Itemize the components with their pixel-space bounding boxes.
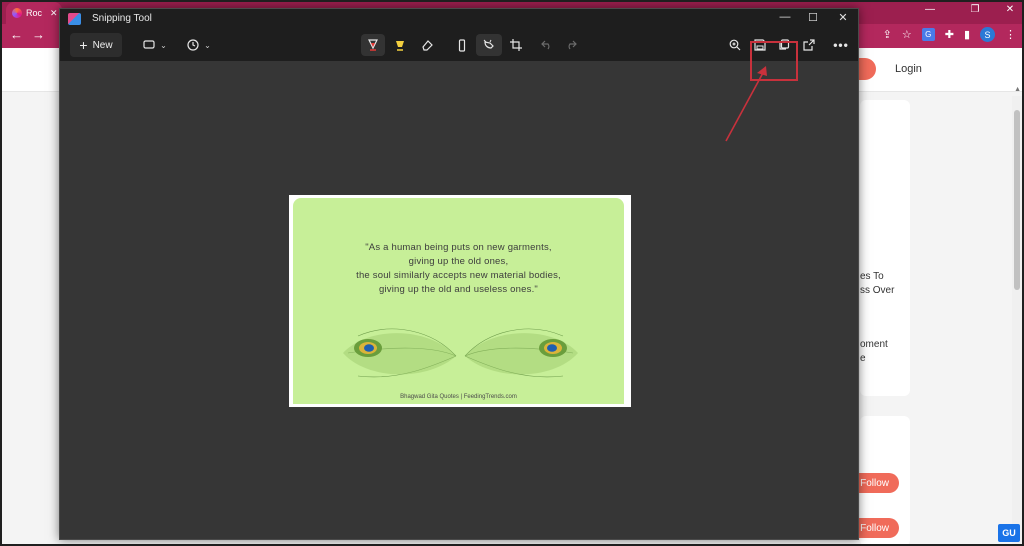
window-title: Snipping Tool	[92, 13, 152, 24]
bookmark-star-icon[interactable]: ☆	[902, 28, 912, 41]
quote-line-3: the soul similarly accepts new material …	[356, 270, 561, 281]
crop-button[interactable]	[504, 34, 528, 56]
snipping-tool-toolbar: + New ⌄ ⌄ •••	[60, 29, 858, 81]
highlighter-button[interactable]	[388, 34, 412, 56]
see-more-button[interactable]: •••	[830, 34, 852, 56]
card-text-line-6: e	[860, 353, 866, 364]
forward-arrow-icon[interactable]: →	[32, 27, 45, 42]
redo-icon	[568, 40, 577, 50]
chevron-down-icon: ⌄	[204, 40, 211, 50]
translate-extension-icon[interactable]: G	[921, 28, 935, 41]
snip-mode-button[interactable]: ⌄	[138, 34, 172, 56]
quote-line-1: "As a human being puts on new garments,	[365, 242, 552, 253]
close-button[interactable]: ✕	[832, 11, 854, 24]
card-text-line-1: es To	[860, 271, 884, 282]
ballpoint-pen-button[interactable]	[361, 34, 385, 56]
sidebar-card: es To ss Over oment e	[860, 100, 910, 396]
side-panel-icon[interactable]: ▮	[964, 28, 970, 41]
profile-avatar[interactable]: S	[980, 27, 995, 42]
ruler-icon	[458, 38, 466, 52]
ballpoint-pen-icon	[368, 39, 378, 51]
captured-image: "As a human being puts on new garments, …	[289, 195, 631, 407]
card-text-line-2: ss Over	[860, 285, 895, 296]
peacock-feathers-image	[343, 328, 578, 378]
eraser-icon	[421, 40, 433, 51]
touch-writing-button[interactable]	[476, 34, 502, 56]
firefox-favicon-icon	[12, 8, 22, 18]
scrollbar-thumb[interactable]	[1014, 110, 1020, 290]
scroll-up-arrow-icon[interactable]: ▲	[1014, 86, 1021, 93]
maximize-button[interactable]: ☐	[802, 11, 824, 24]
new-button-label: New	[92, 39, 113, 51]
chevron-down-icon: ⌄	[160, 40, 167, 50]
browser-tab-title: Roc	[26, 8, 43, 18]
eraser-button[interactable]	[415, 34, 439, 56]
minimize-button[interactable]: —	[774, 11, 796, 23]
zoom-button[interactable]	[724, 34, 746, 56]
snip-delay-button[interactable]: ⌄	[182, 34, 216, 56]
highlighter-icon	[396, 40, 404, 51]
browser-restore-button[interactable]: ❐	[965, 4, 985, 15]
quote-footer: Bhagwad Gita Quotes | FeedingTrends.com	[400, 394, 517, 400]
puzzle-extensions-icon[interactable]: ✚	[945, 28, 954, 41]
plus-icon: +	[79, 37, 88, 53]
rectangle-snip-icon	[143, 40, 155, 49]
clock-icon	[187, 39, 199, 51]
quote-line-2: giving up the old ones,	[408, 256, 509, 267]
follow-button-2[interactable]: Follow	[857, 518, 899, 538]
undo-button[interactable]	[536, 34, 558, 56]
browser-close-button[interactable]: ✕	[1000, 4, 1020, 15]
crop-icon	[510, 39, 522, 51]
browser-minimize-button[interactable]: —	[920, 4, 940, 15]
snipping-tool-titlebar: Snipping Tool — ☐ ✕	[60, 9, 858, 29]
share-button[interactable]	[798, 34, 820, 56]
browser-tab[interactable]: Roc ✕	[6, 2, 62, 24]
snipping-tool-window: Snipping Tool — ☐ ✕ + New ⌄ ⌄ ••• "As a …	[59, 8, 859, 540]
watermark-logo: GU	[998, 524, 1020, 542]
browser-menu-icon[interactable]: ⋮	[1005, 28, 1016, 41]
share-icon	[803, 39, 815, 51]
annotation-highlight-box	[750, 41, 798, 81]
touch-writing-icon	[483, 39, 494, 49]
share-page-icon[interactable]: ⇪	[883, 28, 892, 41]
back-arrow-icon[interactable]: ←	[10, 27, 23, 42]
ruler-button[interactable]	[450, 34, 474, 56]
quote-card: "As a human being puts on new garments, …	[293, 198, 624, 404]
login-link[interactable]: Login	[895, 63, 922, 75]
extension-icons: ⇪ ☆ G ✚ ▮ S ⋮	[883, 27, 1016, 42]
redo-button[interactable]	[560, 34, 582, 56]
quote-line-4: giving up the old and useless ones."	[379, 284, 538, 295]
zoom-in-icon	[729, 39, 741, 51]
snipping-tool-app-icon	[68, 13, 81, 25]
card-text-line-5: oment	[860, 339, 888, 350]
undo-icon	[541, 40, 550, 50]
tab-close-icon[interactable]: ✕	[50, 8, 58, 19]
follow-button[interactable]: Follow	[857, 473, 899, 493]
more-icon: •••	[833, 38, 849, 52]
new-snip-button[interactable]: + New	[70, 33, 122, 57]
